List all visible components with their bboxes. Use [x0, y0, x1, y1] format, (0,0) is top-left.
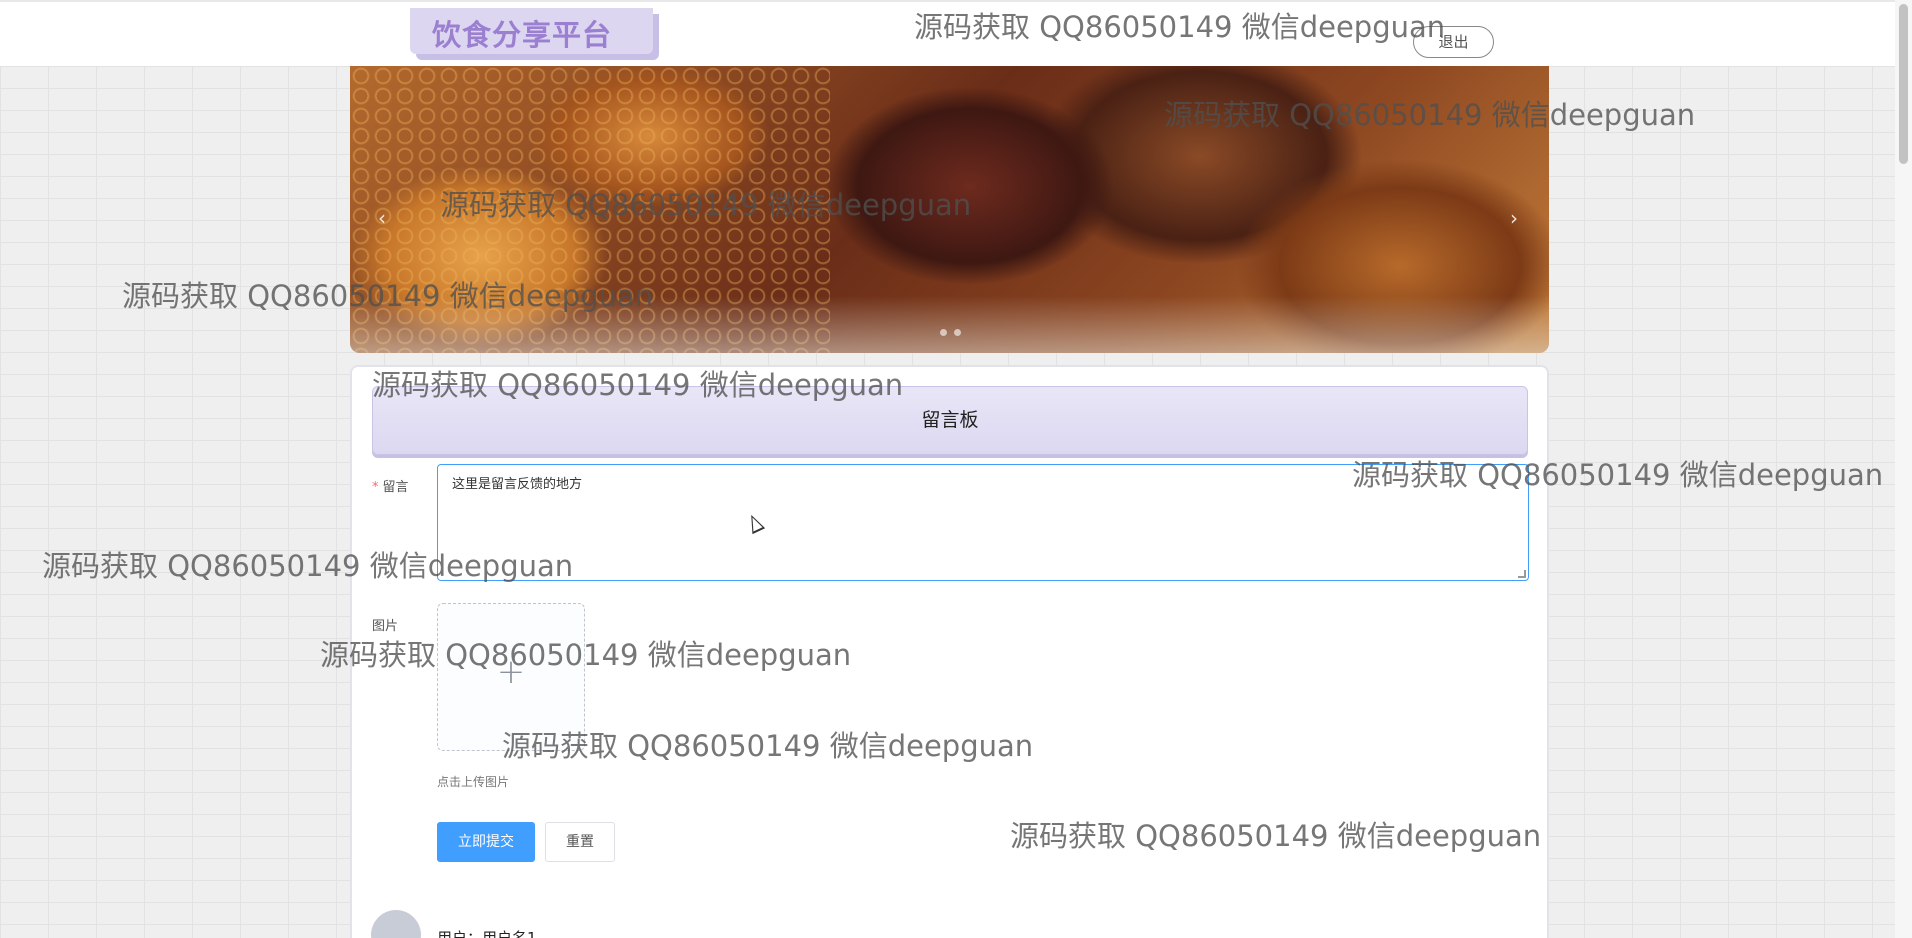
message-textarea-value: 这里是留言反馈的地方 — [452, 477, 583, 492]
site-logo[interactable]: 饮食分享平台 — [410, 8, 653, 54]
message-textarea[interactable]: 这里是留言反馈的地方 — [437, 464, 1529, 581]
image-upload-box[interactable]: + — [437, 603, 585, 751]
carousel-next-arrow-icon[interactable]: › — [1510, 206, 1518, 230]
carousel-indicator[interactable] — [954, 329, 961, 336]
logout-button[interactable]: 退出 — [1413, 26, 1494, 58]
message-board-title: 留言板 — [372, 386, 1528, 455]
top-navbar: 饮食分享平台 退出 — [0, 0, 1895, 66]
resize-handle-icon[interactable] — [1518, 570, 1526, 578]
carousel-indicator[interactable] — [940, 329, 947, 336]
comment-username: 用户：用户名1 — [437, 929, 537, 938]
banner-carousel: ‹ › — [350, 66, 1549, 353]
plus-icon: + — [496, 652, 526, 692]
submit-button[interactable]: 立即提交 — [437, 822, 535, 862]
reset-button[interactable]: 重置 — [545, 822, 615, 862]
message-label-text: 留言 — [382, 480, 409, 495]
upload-tip: 点击上传图片 — [437, 775, 510, 789]
message-board-panel: 留言板 * 留言 这里是留言反馈的地方 图片 + 点击上传图片 立即提交 重置 用… — [350, 365, 1549, 938]
avatar — [371, 910, 421, 938]
message-field-label: * 留言 — [372, 476, 409, 495]
scrollbar-thumb[interactable] — [1899, 4, 1908, 164]
required-marker: * — [372, 480, 379, 495]
site-logo-text: 饮食分享平台 — [432, 18, 613, 52]
image-field-label: 图片 — [372, 619, 399, 634]
carousel-prev-arrow-icon[interactable]: ‹ — [378, 206, 386, 230]
banner-plate-edge — [350, 296, 1549, 353]
page-scrollbar[interactable] — [1895, 0, 1912, 938]
